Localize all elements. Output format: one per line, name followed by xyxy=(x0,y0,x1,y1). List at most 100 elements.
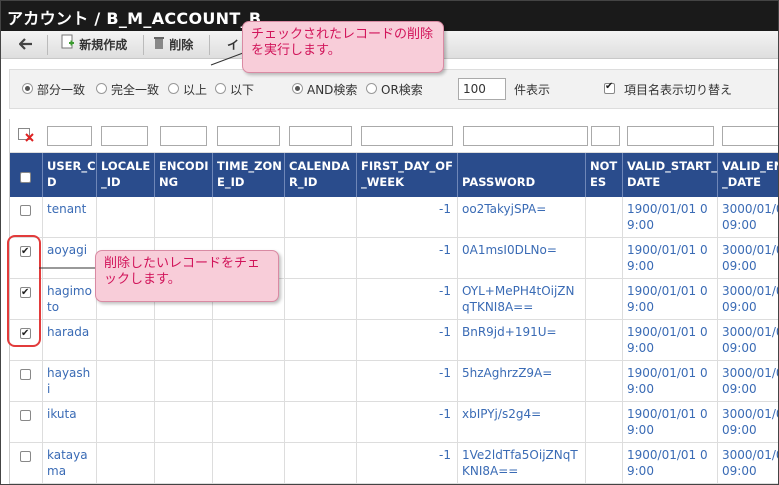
cell-first-day: -1 xyxy=(357,197,458,238)
row-select-cell xyxy=(10,443,43,484)
cell-notes xyxy=(586,279,623,320)
cell-valid-start: 1900/01/01 09:00 xyxy=(623,320,718,361)
lte-label: 以下 xyxy=(230,83,255,97)
cell-user-cd[interactable]: katayama xyxy=(43,443,97,484)
back-button[interactable] xyxy=(18,34,33,57)
column-header-password[interactable]: PASSWORD xyxy=(458,153,586,197)
delete-button[interactable]: 削除 xyxy=(153,34,193,56)
column-header-time-zone-id[interactable]: TIME_ZONE_ID xyxy=(213,153,285,197)
cell-first-day: -1 xyxy=(357,402,458,443)
filter-input-valid-start[interactable] xyxy=(627,126,714,146)
cell-user-cd[interactable]: hayashi xyxy=(43,361,97,402)
arrow-left-icon xyxy=(18,35,33,57)
gte-radio[interactable] xyxy=(168,83,179,94)
filter-input-password[interactable] xyxy=(463,126,588,146)
table-row: ikuta -1 xbIPYj/s2g4= 1900/01/01 09:00 3… xyxy=(10,402,778,443)
filter-input-calendar-id[interactable] xyxy=(289,126,352,146)
cell-valid-start: 1900/01/01 09:00 xyxy=(623,197,718,238)
filter-input-time-zone-id[interactable] xyxy=(217,126,280,146)
cell-calendar-id xyxy=(285,402,357,443)
filter-input-locale-id[interactable] xyxy=(101,126,148,146)
new-document-icon xyxy=(61,34,75,57)
page-title: アカウント / B_M_ACCOUNT_B xyxy=(7,9,262,28)
column-header-user-cd[interactable]: USER_CD xyxy=(43,153,97,197)
column-header-notes[interactable]: NOTES xyxy=(586,153,623,197)
window-frame: アカウント / B_M_ACCOUNT_B 新規作成 削除 イ 部分一致 完全一… xyxy=(0,0,779,485)
delete-button-label: 削除 xyxy=(169,38,194,52)
row-checkbox[interactable] xyxy=(20,369,31,380)
count-input[interactable]: 100 xyxy=(458,78,506,100)
select-all-checkbox[interactable] xyxy=(20,172,31,183)
cell-user-cd[interactable]: harada xyxy=(43,320,97,361)
count-suffix: 件表示 xyxy=(514,83,551,97)
cell-time-zone-id xyxy=(213,320,285,361)
gte-label: 以上 xyxy=(183,83,208,97)
match-partial-radio[interactable] xyxy=(22,83,33,94)
cell-password: xbIPYj/s2g4= xyxy=(458,402,586,443)
cell-password: 0A1msI0DLNo= xyxy=(458,238,586,279)
cell-encoding xyxy=(155,402,213,443)
table-row: harada -1 BnR9jd+191U= 1900/01/01 09:00 … xyxy=(10,320,778,361)
column-header-locale-id[interactable]: LOCALE_ID xyxy=(97,153,155,197)
toolbar-divider xyxy=(143,35,144,55)
row-select-cell xyxy=(10,197,43,238)
cell-password: 5hzAghrzZ9A= xyxy=(458,361,586,402)
toggle-names-checkbox[interactable] xyxy=(604,81,615,94)
cell-time-zone-id xyxy=(213,402,285,443)
new-button-label: 新規作成 xyxy=(79,38,128,52)
cell-time-zone-id xyxy=(213,443,285,484)
column-header-valid-end[interactable]: VALID_END_DATE xyxy=(718,153,778,197)
filter-input-user-cd[interactable] xyxy=(47,126,92,146)
table-row: tenant -1 oo2TakyjSPA= 1900/01/01 09:00 … xyxy=(10,197,778,238)
filter-input-valid-end[interactable] xyxy=(722,126,778,146)
cell-valid-start: 1900/01/01 09:00 xyxy=(623,238,718,279)
checked-rows-highlight xyxy=(7,235,41,347)
cell-locale-id xyxy=(97,197,155,238)
row-checkbox[interactable] xyxy=(20,451,31,462)
cell-user-cd[interactable]: hagimoto xyxy=(43,279,97,320)
cell-valid-start: 1900/01/01 09:00 xyxy=(623,361,718,402)
cell-password: BnR9jd+191U= xyxy=(458,320,586,361)
cell-calendar-id xyxy=(285,279,357,320)
cell-notes xyxy=(586,443,623,484)
match-exact-radio[interactable] xyxy=(96,83,107,94)
and-search-radio[interactable] xyxy=(292,83,303,94)
lte-radio[interactable] xyxy=(215,83,226,94)
cell-calendar-id xyxy=(285,361,357,402)
cell-locale-id xyxy=(97,402,155,443)
callout-mid-pointer xyxy=(39,267,97,269)
cell-encoding xyxy=(155,361,213,402)
toolbar-divider xyxy=(47,35,48,55)
extra-button-label: イ xyxy=(227,38,240,52)
new-button[interactable]: 新規作成 xyxy=(61,34,127,56)
cell-calendar-id xyxy=(285,320,357,361)
cell-notes xyxy=(586,197,623,238)
row-select-cell xyxy=(10,402,43,443)
and-search-label: AND検索 xyxy=(307,83,358,97)
cell-user-cd[interactable]: tenant xyxy=(43,197,97,238)
column-header-calendar-id[interactable]: CALENDAR_ID xyxy=(285,153,357,197)
cell-valid-start: 1900/01/01 09:00 xyxy=(623,279,718,320)
match-partial-label: 部分一致 xyxy=(37,83,86,97)
header-row: USER_CD LOCALE_ID ENCODING TIME_ZONE_ID … xyxy=(10,153,778,197)
column-header-encoding[interactable]: ENCODING xyxy=(155,153,213,197)
column-header-first-day[interactable]: FIRST_DAY_OF_WEEK xyxy=(357,153,458,197)
cell-notes xyxy=(586,402,623,443)
row-checkbox[interactable] xyxy=(20,410,31,421)
cell-first-day: -1 xyxy=(357,361,458,402)
cell-encoding xyxy=(155,443,213,484)
filter-input-encoding[interactable] xyxy=(160,126,207,146)
clear-filter-icon[interactable] xyxy=(18,128,34,142)
row-checkbox[interactable] xyxy=(20,205,31,216)
callout-top-pointer xyxy=(210,52,244,66)
filter-input-notes[interactable] xyxy=(591,126,620,146)
filter-input-first-day[interactable] xyxy=(361,126,453,146)
column-header-valid-start[interactable]: VALID_START_DATE xyxy=(623,153,718,197)
table-row: katayama -1 1Ve2ldTfa5OijZNqTKNI8A== 190… xyxy=(10,443,778,484)
cell-calendar-id xyxy=(285,443,357,484)
cell-first-day: -1 xyxy=(357,279,458,320)
cell-user-cd[interactable]: ikuta xyxy=(43,402,97,443)
or-search-radio[interactable] xyxy=(366,83,377,94)
callout-check-info: 削除したいレコードをチェックします。 xyxy=(95,250,279,302)
row-select-cell xyxy=(10,361,43,402)
